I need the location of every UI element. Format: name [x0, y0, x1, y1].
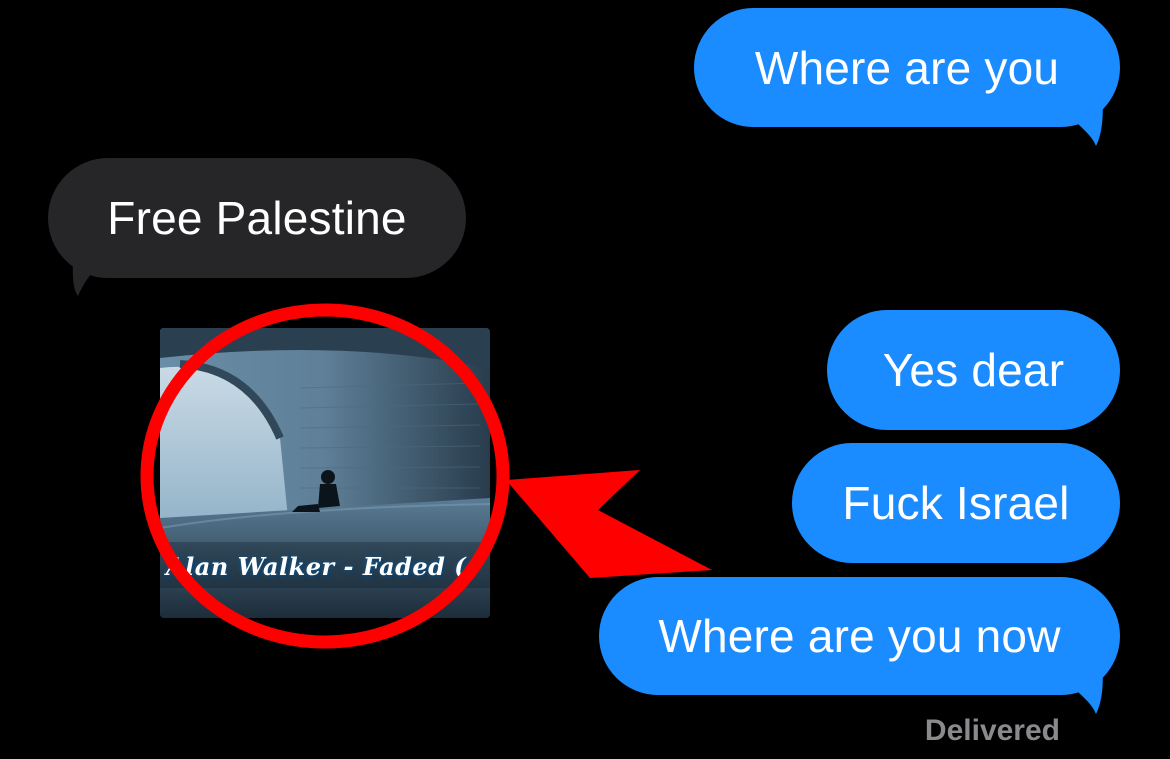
message-bubble-sent[interactable]: Fuck Israel	[792, 443, 1120, 563]
message-bubble-sent[interactable]: Yes dear	[827, 310, 1120, 430]
message-text: Fuck Israel	[842, 477, 1070, 529]
message-text: Yes dear	[882, 344, 1065, 396]
bubble-tail	[72, 248, 110, 296]
red-arrow	[506, 470, 712, 578]
message-bubble-sent[interactable]: Where are you	[694, 8, 1120, 127]
delivered-status: Delivered	[924, 714, 1060, 747]
media-thumbnail[interactable]: Alan Walker - Faded (	[160, 328, 490, 618]
message-text: Free Palestine	[107, 192, 407, 244]
thumbnail-caption: Alan Walker - Faded (	[166, 552, 467, 581]
message-bubble-sent[interactable]: Where are you now	[599, 577, 1120, 695]
bubble-tail	[1074, 96, 1103, 146]
message-text: Where are you now	[658, 610, 1061, 662]
message-text: Where are you	[754, 41, 1060, 94]
bubble-tail	[1074, 664, 1103, 714]
